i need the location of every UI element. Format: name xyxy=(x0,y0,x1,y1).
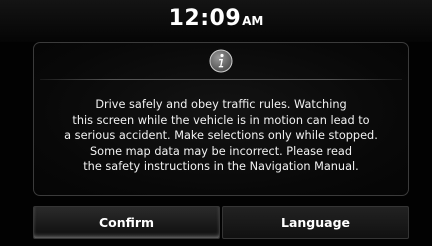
message-line: a serious accident. Make selections only… xyxy=(64,129,378,142)
clock-time: 12:09 xyxy=(168,6,242,31)
info-icon xyxy=(209,49,233,73)
safety-warning-dialog: Drive safely and obey traffic rules. Wat… xyxy=(33,42,409,196)
clock: 12:09AM xyxy=(0,6,432,31)
message-line: Some map data may be incorrect. Please r… xyxy=(90,144,352,158)
language-button[interactable]: Language xyxy=(222,206,409,239)
dialog-divider xyxy=(40,79,402,80)
confirm-button[interactable]: Confirm xyxy=(33,206,220,239)
message-line: Drive safely and obey traffic rules. Wat… xyxy=(95,98,347,111)
message-line: this screen while the vehicle is in moti… xyxy=(72,113,370,127)
warning-message: Drive safely and obey traffic rules. Wat… xyxy=(34,97,408,175)
message-line: the safety instructions in the Navigatio… xyxy=(83,160,359,173)
clock-ampm: AM xyxy=(242,14,264,28)
status-bar: 12:09AM xyxy=(0,0,432,42)
